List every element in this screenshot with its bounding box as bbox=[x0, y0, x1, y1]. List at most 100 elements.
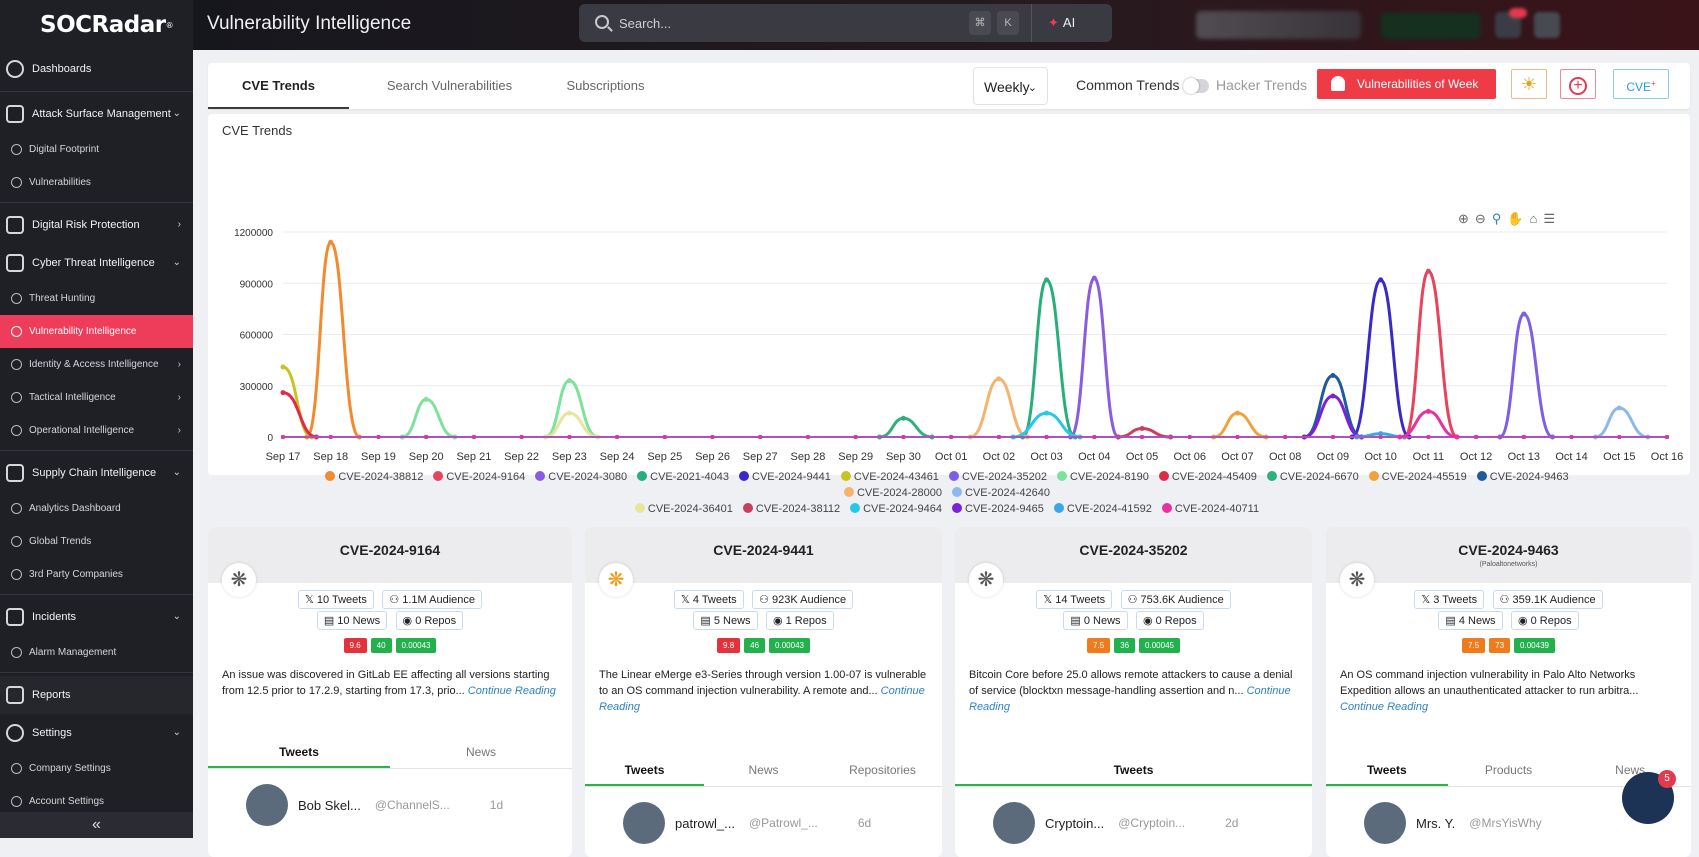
sidebar-item-digital-footprint[interactable]: Digital Footprint bbox=[0, 133, 193, 166]
sidebar-item-supply-chain[interactable]: Supply Chain Intelligence ⌄ bbox=[0, 454, 193, 492]
socradar-logo[interactable]: SOCRadar ® bbox=[0, 0, 193, 50]
legend-swatch bbox=[535, 471, 546, 481]
score-badges: 7.5 36 0.00045 bbox=[955, 635, 1312, 653]
tweet-row[interactable]: Bob Skel... @ChannelS... 1d bbox=[208, 771, 572, 839]
series-line-CVE-2024-9463 bbox=[1302, 373, 1364, 439]
legend-item[interactable]: CVE-2024-6670 bbox=[1266, 469, 1359, 485]
card-cve-id[interactable]: CVE-2024-35202 bbox=[1079, 542, 1187, 558]
legend-item[interactable]: CVE-2024-40711 bbox=[1161, 501, 1259, 517]
card-cve-id[interactable]: CVE-2024-9441 bbox=[713, 542, 813, 558]
tab-cve-trends[interactable]: CVE Trends bbox=[208, 63, 349, 109]
x-tick-label: Oct 10 bbox=[1364, 451, 1396, 463]
trend-toggle[interactable] bbox=[1183, 78, 1209, 94]
sidebar-item-tactical[interactable]: Tactical Intelligence › bbox=[0, 381, 193, 414]
legend-item[interactable]: CVE-2024-42640 bbox=[952, 485, 1050, 501]
chat-button[interactable]: 5 bbox=[1622, 770, 1676, 824]
tab-search-vulnerabilities[interactable]: Search Vulnerabilities bbox=[349, 63, 550, 109]
sun-button[interactable]: ☀ bbox=[1511, 69, 1547, 99]
score-badge: 7.5 bbox=[1087, 638, 1111, 653]
company-selector[interactable] bbox=[1196, 11, 1361, 39]
sidebar-item-operational[interactable]: Operational Intelligence › bbox=[0, 414, 193, 447]
legend-item[interactable]: CVE-2024-43461 bbox=[840, 469, 939, 485]
search-input[interactable] bbox=[619, 13, 919, 33]
legend-item[interactable]: CVE-2024-38112 bbox=[742, 501, 840, 517]
frequency-select[interactable]: Weekly ⌄ bbox=[973, 67, 1048, 105]
sidebar-item-analytics[interactable]: Analytics Dashboard bbox=[0, 492, 193, 525]
tweet-row[interactable]: Cryptoin... @Cryptoin... 2d bbox=[955, 789, 1312, 857]
legend-item[interactable]: CVE-2024-35202 bbox=[948, 469, 1047, 485]
sidebar-item-company-settings[interactable]: Company Settings bbox=[0, 752, 193, 785]
legend-swatch bbox=[742, 503, 753, 513]
series-line-CVE-2024-8190 bbox=[400, 397, 457, 439]
sidebar-item-asm[interactable]: Attack Surface Management ⌄ bbox=[0, 95, 193, 133]
tweet-author: patrowl_... bbox=[675, 815, 735, 831]
legend-item[interactable]: CVE-2024-9465 bbox=[952, 501, 1044, 517]
x-tick-label: Oct 14 bbox=[1555, 451, 1587, 463]
series-line-CVE-2024-3080 bbox=[1068, 276, 1120, 439]
card-tab[interactable]: Products bbox=[1448, 753, 1570, 786]
card-tab[interactable]: News bbox=[390, 735, 572, 768]
ai-button[interactable]: ✦ AI bbox=[1031, 4, 1112, 42]
legend-item[interactable]: CVE-2024-36401 bbox=[634, 501, 733, 517]
card-tab[interactable]: Tweets bbox=[955, 753, 1312, 786]
legend-item[interactable]: CVE-2024-9463 bbox=[1476, 469, 1569, 485]
cve-trends-chart-card: CVE Trends ⊕⊖⚲✋⌂☰ 0 300000 600000 900000 120… bbox=[208, 114, 1690, 515]
legend-item[interactable]: CVE-2024-9441 bbox=[739, 469, 831, 485]
card-tab[interactable]: Tweets bbox=[585, 753, 704, 786]
card-tab[interactable]: Repositories bbox=[823, 753, 942, 786]
card-tab[interactable]: News bbox=[704, 753, 823, 786]
sidebar-item-drp[interactable]: Digital Risk Protection › bbox=[0, 206, 193, 244]
sidebar-item-global-trends[interactable]: Global Trends bbox=[0, 525, 193, 558]
sidebar-item-third-party[interactable]: 3rd Party Companies bbox=[0, 558, 193, 591]
tab-subscriptions[interactable]: Subscriptions bbox=[550, 63, 661, 109]
sidebar-item-threat-hunting[interactable]: Threat Hunting bbox=[0, 282, 193, 315]
legend-item[interactable]: CVE-2024-9464 bbox=[850, 501, 942, 517]
user-avatar[interactable] bbox=[1534, 12, 1560, 38]
baseline-point bbox=[710, 435, 715, 439]
cve-trends-chart[interactable]: 0 300000 600000 900000 1200000 Sep 17 Sep 18 Se… bbox=[208, 114, 1690, 469]
legend-item[interactable]: CVE-2024-28000 bbox=[843, 485, 942, 501]
tweet-author: Mrs. Y. bbox=[1416, 815, 1456, 831]
trial-badge[interactable] bbox=[1381, 13, 1481, 39]
legend-item[interactable]: CVE-2024-41592 bbox=[1053, 501, 1152, 517]
notification-button[interactable] bbox=[1495, 8, 1527, 38]
sidebar-item-incidents[interactable]: Incidents ⌄ bbox=[0, 598, 193, 636]
legend-item[interactable]: CVE-2024-9164 bbox=[433, 469, 525, 485]
baseline-point bbox=[662, 435, 667, 439]
card-tab[interactable]: Tweets bbox=[208, 735, 390, 768]
legend-item[interactable]: CVE-2024-38812 bbox=[325, 469, 423, 485]
continue-reading-link[interactable]: Continue Reading bbox=[1340, 701, 1428, 713]
baseline-point bbox=[1474, 435, 1479, 439]
cve-card[interactable]: CVE-2024-35202 ❋ 𝕏 14 Tweets ⚇ 753.6K Au… bbox=[955, 527, 1312, 857]
legend-item[interactable]: CVE-2021-4043 bbox=[637, 469, 729, 485]
continue-reading-link[interactable]: Continue Reading bbox=[468, 685, 556, 697]
search-box[interactable]: ⌘ K ✦AI bbox=[579, 4, 1112, 42]
sidebar-item-reports[interactable]: Reports bbox=[0, 676, 193, 714]
x-tick-label: Sep 25 bbox=[647, 451, 682, 463]
cve-button[interactable]: CVE+ bbox=[1613, 69, 1669, 99]
legend-item[interactable]: CVE-2024-8190 bbox=[1056, 469, 1149, 485]
sidebar-item-settings[interactable]: Settings ⌄ bbox=[0, 714, 193, 752]
baseline-point bbox=[1235, 435, 1240, 439]
data-point bbox=[423, 396, 429, 402]
card-cve-id[interactable]: CVE-2024-9164 bbox=[340, 542, 440, 558]
legend-item[interactable]: CVE-2024-3080 bbox=[535, 469, 627, 485]
legend-item[interactable]: CVE-2024-45409 bbox=[1158, 469, 1257, 485]
sidebar-item-iam-intel[interactable]: Identity & Access Intelligence › bbox=[0, 348, 193, 381]
card-tab[interactable]: Tweets bbox=[1326, 753, 1448, 786]
cve-card[interactable]: CVE-2024-9441 ❋ 𝕏 4 Tweets ⚇ 923K Audien… bbox=[585, 527, 942, 857]
sidebar-item-alarm-mgmt[interactable]: Alarm Management bbox=[0, 636, 193, 669]
vulnerabilities-of-week-button[interactable]: Vulnerabilities of Week bbox=[1317, 69, 1496, 99]
legend-label: CVE-2024-3080 bbox=[548, 471, 628, 483]
sidebar-item-dashboards[interactable]: Dashboards bbox=[0, 50, 193, 88]
sidebar-item-vuln-intel[interactable]: Vulnerability Intelligence bbox=[0, 315, 193, 348]
card-cve-id[interactable]: CVE-2024-9463 bbox=[1458, 542, 1558, 558]
add-button[interactable]: + bbox=[1560, 69, 1596, 99]
cve-card[interactable]: CVE-2024-9164 ❋ 𝕏 10 Tweets ⚇ 1.1M Audie… bbox=[208, 527, 572, 857]
sidebar-item-cti[interactable]: Cyber Threat Intelligence ⌄ bbox=[0, 244, 193, 282]
sidebar-item-vulnerabilities[interactable]: Vulnerabilities bbox=[0, 166, 193, 199]
tweet-row[interactable]: patrowl_... @Patrowl_... 6d bbox=[585, 789, 942, 857]
collapse-sidebar-button[interactable]: « bbox=[0, 812, 193, 838]
series-line-CVE-2024-38812 bbox=[305, 240, 361, 439]
legend-item[interactable]: CVE-2024-45519 bbox=[1368, 469, 1467, 485]
